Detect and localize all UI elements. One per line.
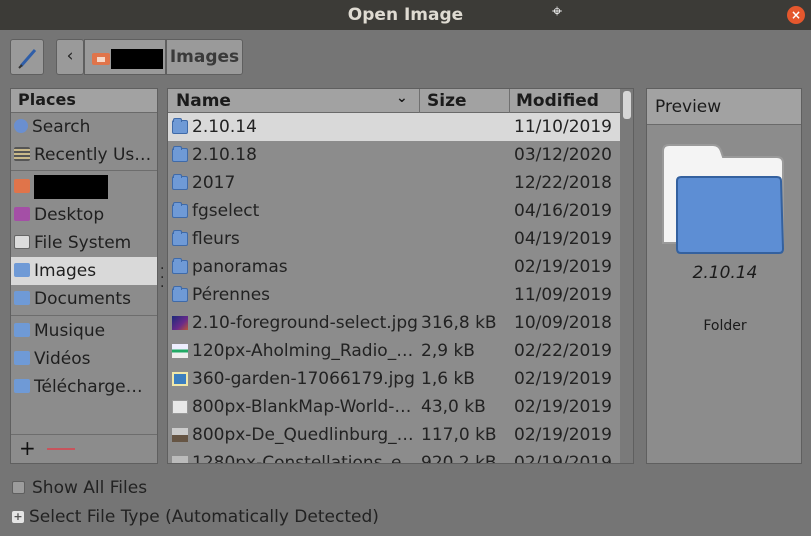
redacted-username bbox=[111, 49, 163, 69]
places-item-desktop[interactable]: Desktop bbox=[11, 201, 157, 229]
file-row[interactable]: fleurs 04/19/2019 bbox=[168, 225, 620, 253]
column-name-header[interactable]: Name bbox=[176, 91, 231, 111]
folder-icon bbox=[172, 202, 188, 218]
places-item-images[interactable]: Images bbox=[11, 257, 157, 285]
folder-icon bbox=[14, 351, 30, 365]
show-all-files-label[interactable]: Show All Files bbox=[32, 478, 147, 498]
scrollbar-thumb[interactable] bbox=[623, 91, 631, 119]
image-thumbnail-icon bbox=[172, 344, 188, 358]
file-row[interactable]: fgselect 04/16/2019 bbox=[168, 197, 620, 225]
preview-pane: Preview 2.10.14 Folder bbox=[646, 88, 802, 464]
type-location-button[interactable] bbox=[10, 39, 44, 75]
column-size-header[interactable]: Size bbox=[427, 91, 467, 111]
image-thumbnail-icon bbox=[172, 372, 188, 386]
preview-filename: 2.10.14 bbox=[692, 263, 758, 283]
folder-icon bbox=[14, 379, 30, 393]
select-file-type-expander[interactable]: Select File Type (Automatically Detected… bbox=[29, 507, 379, 527]
places-item-musique[interactable]: Musique bbox=[11, 317, 157, 345]
file-row[interactable]: 360-garden-17066179.jpg 1,6 kB 02/19/201… bbox=[168, 365, 620, 393]
remove-bookmark-button[interactable] bbox=[47, 448, 75, 450]
file-list: Name ⌄ Size Modified 2.10.14 11/10/2019 … bbox=[167, 88, 634, 464]
expander-plus-icon[interactable]: + bbox=[12, 511, 24, 523]
file-list-header: Name ⌄ Size Modified bbox=[168, 89, 620, 113]
pane-resize-handle[interactable]: · · · bbox=[160, 262, 164, 294]
file-row[interactable]: 2017 12/22/2018 bbox=[168, 169, 620, 197]
show-all-files-checkbox[interactable] bbox=[12, 481, 25, 494]
file-row[interactable]: Pérennes 11/09/2019 bbox=[168, 281, 620, 309]
redacted-home-name bbox=[34, 175, 108, 199]
recent-icon bbox=[14, 147, 30, 161]
places-header: Places bbox=[11, 89, 157, 113]
close-button[interactable]: × bbox=[787, 6, 805, 24]
column-divider[interactable] bbox=[509, 89, 510, 113]
home-folder-icon bbox=[92, 53, 110, 65]
places-item-telechargements[interactable]: Télécharge… bbox=[11, 373, 157, 401]
path-images-button[interactable]: Images bbox=[166, 39, 243, 75]
folder-icon bbox=[172, 118, 188, 134]
places-toolbar: + bbox=[11, 434, 157, 463]
image-thumbnail-icon bbox=[172, 316, 188, 330]
preview-header: Preview bbox=[647, 89, 801, 125]
window-title: Open Image bbox=[347, 5, 464, 25]
image-thumbnail-icon bbox=[172, 400, 188, 414]
column-modified-header[interactable]: Modified bbox=[516, 91, 599, 111]
folder-icon bbox=[172, 286, 188, 302]
search-icon bbox=[14, 119, 28, 133]
title-bar: Open Image ⌖ × bbox=[0, 0, 811, 30]
file-row[interactable]: 2.10.14 11/10/2019 bbox=[168, 113, 620, 141]
folder-icon bbox=[172, 174, 188, 190]
file-row[interactable]: 2.10-foreground-select.jpg 316,8 kB 10/0… bbox=[168, 309, 620, 337]
pencil-icon bbox=[18, 49, 37, 69]
file-row[interactable]: 800px-De_Quedlinburg_… 117,0 kB 02/19/20… bbox=[168, 421, 620, 449]
places-item-videos[interactable]: Vidéos bbox=[11, 345, 157, 373]
places-item-recent[interactable]: Recently Us… bbox=[11, 141, 157, 169]
preview-filetype: Folder bbox=[703, 318, 747, 334]
file-row[interactable]: 120px-Aholming_Radio_… 2,9 kB 02/22/2019 bbox=[168, 337, 620, 365]
file-row[interactable]: 1280px-Constellations_e… 920,2 kB 02/19/… bbox=[168, 449, 620, 463]
places-separator bbox=[11, 315, 157, 316]
places-item-documents[interactable]: Documents bbox=[11, 285, 157, 313]
desktop-icon bbox=[14, 207, 30, 221]
file-row[interactable]: 800px-BlankMap-World-… 43,0 kB 02/19/201… bbox=[168, 393, 620, 421]
add-bookmark-button[interactable]: + bbox=[19, 436, 36, 460]
image-thumbnail-icon bbox=[172, 456, 188, 463]
places-separator bbox=[11, 170, 157, 171]
places-item-filesystem[interactable]: File System bbox=[11, 229, 157, 257]
places-item-search[interactable]: Search bbox=[11, 113, 157, 141]
image-thumbnail-icon bbox=[172, 428, 188, 442]
path-home-button[interactable] bbox=[84, 39, 166, 75]
folder-icon bbox=[14, 323, 30, 337]
places-sidebar: Places Search Recently Us… Desktop File … bbox=[10, 88, 158, 464]
path-back-button[interactable]: ‹ bbox=[56, 39, 84, 75]
folder-icon bbox=[172, 230, 188, 246]
column-divider[interactable] bbox=[419, 89, 420, 113]
folder-icon bbox=[172, 146, 188, 162]
large-folder-icon bbox=[662, 144, 785, 254]
sort-chevron-icon: ⌄ bbox=[396, 90, 408, 106]
folder-icon bbox=[172, 258, 188, 274]
folder-icon bbox=[14, 263, 30, 277]
file-list-scrollbar[interactable] bbox=[620, 89, 633, 463]
file-row[interactable]: panoramas 02/19/2019 bbox=[168, 253, 620, 281]
folder-icon bbox=[14, 291, 30, 305]
file-row[interactable]: 2.10.18 03/12/2020 bbox=[168, 141, 620, 169]
crosshair-cursor-icon: ⌖ bbox=[552, 1, 563, 22]
drive-icon bbox=[14, 235, 30, 249]
home-icon bbox=[14, 179, 30, 193]
places-item-home[interactable] bbox=[11, 173, 157, 201]
